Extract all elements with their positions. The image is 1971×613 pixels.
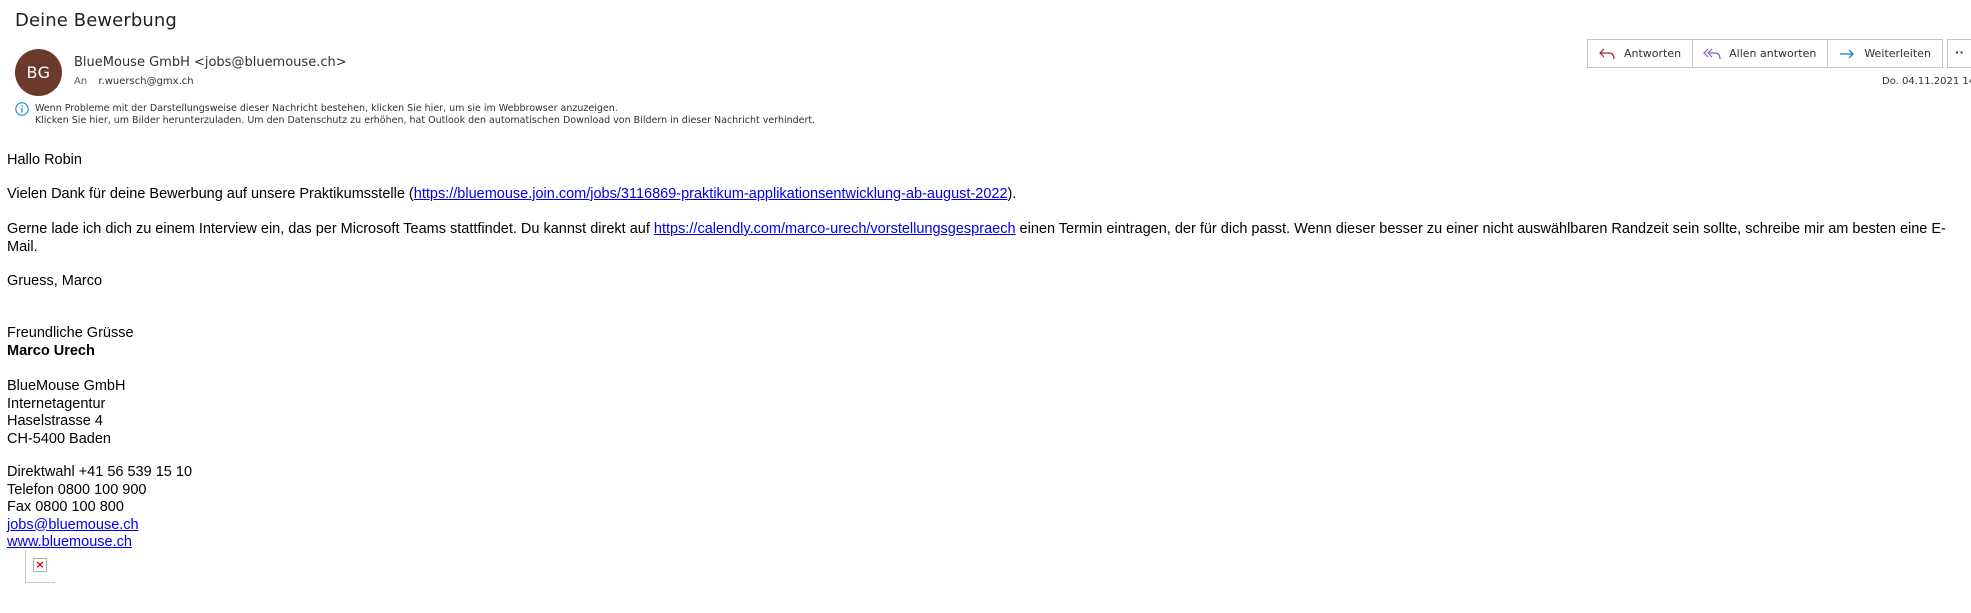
reply-label: Antworten xyxy=(1624,47,1682,60)
company-name: BlueMouse GmbH xyxy=(7,378,126,394)
direct-phone: Direktwahl +41 56 539 15 10 xyxy=(7,464,193,480)
email-link[interactable]: jobs@bluemouse.ch xyxy=(7,517,139,533)
reply-all-button[interactable]: Allen antworten xyxy=(1692,39,1829,68)
fax: Fax 0800 100 800 xyxy=(7,499,124,515)
broken-image-icon: × xyxy=(33,558,47,572)
closing-text: Freundliche Grüsse xyxy=(7,325,134,341)
reply-all-label: Allen antworten xyxy=(1729,47,1817,60)
company-city: CH-5400 Baden xyxy=(7,430,111,447)
signature-contact: Direktwahl +41 56 539 15 10 Telefon 0800… xyxy=(7,464,192,552)
message-date: Do. 04.11.2021 14 xyxy=(1882,76,1971,87)
calendly-link[interactable]: https://calendly.com/marco-urech/vorstel… xyxy=(654,221,1016,237)
company-street: Haselstrasse 4 xyxy=(7,413,103,429)
infobar-browser-link[interactable]: Wenn Probleme mit der Darstellungsweise … xyxy=(35,103,815,115)
company-type: Internetagentur xyxy=(7,395,106,412)
sender-name[interactable]: BlueMouse GmbH <jobs@bluemouse.ch> xyxy=(74,55,347,70)
reply-button[interactable]: Antworten xyxy=(1587,39,1694,68)
reply-icon xyxy=(1598,47,1616,61)
infobar: Wenn Probleme mit der Darstellungsweise … xyxy=(35,103,815,127)
invite-paragraph: Gerne lade ich dich zu einem Interview e… xyxy=(7,221,1971,256)
message-actions: Antworten Allen antworten Weiterleiten xyxy=(1587,39,1943,69)
signature-name: Marco Urech xyxy=(7,342,95,359)
signoff: Gruess, Marco xyxy=(7,273,103,289)
invite-text: Gerne lade ich dich zu einem Interview e… xyxy=(7,221,654,237)
recipient-address[interactable]: r.wuersch@gmx.ch xyxy=(98,76,193,87)
more-icon: ·· xyxy=(1955,44,1965,60)
message-subject: Deine Bewerbung xyxy=(15,10,177,31)
recipient-line: An r.wuersch@gmx.ch xyxy=(74,76,194,87)
signature-address: BlueMouse GmbH Internetagentur Haselstra… xyxy=(7,378,125,448)
more-actions-button[interactable]: ·· xyxy=(1947,39,1971,68)
forward-icon xyxy=(1838,47,1856,61)
info-icon xyxy=(15,102,29,116)
reply-all-icon xyxy=(1703,47,1721,61)
thanks-text: Vielen Dank für deine Bewerbung auf unse… xyxy=(7,186,414,202)
thanks-paragraph: Vielen Dank für deine Bewerbung auf unse… xyxy=(7,186,1016,204)
sender-avatar[interactable]: BG xyxy=(15,49,62,96)
phone: Telefon 0800 100 900 xyxy=(7,481,147,498)
email-reading-pane: Deine Bewerbung BG BlueMouse GmbH <jobs@… xyxy=(0,0,1971,613)
forward-label: Weiterleiten xyxy=(1864,47,1931,60)
thanks-text-end: ). xyxy=(1007,186,1017,202)
signature-closing: Freundliche Grüsse Marco Urech xyxy=(7,325,134,360)
infobar-download-images[interactable]: Klicken Sie hier, um Bilder herunterzula… xyxy=(35,115,815,127)
avatar-initials: BG xyxy=(26,63,51,82)
website-link[interactable]: www.bluemouse.ch xyxy=(7,534,132,550)
to-label: An xyxy=(74,76,88,87)
forward-button[interactable]: Weiterleiten xyxy=(1827,39,1943,68)
job-posting-link[interactable]: https://bluemouse.join.com/jobs/3116869-… xyxy=(414,186,1008,202)
blocked-image[interactable]: × xyxy=(25,550,55,583)
greeting: Hallo Robin xyxy=(7,152,82,168)
